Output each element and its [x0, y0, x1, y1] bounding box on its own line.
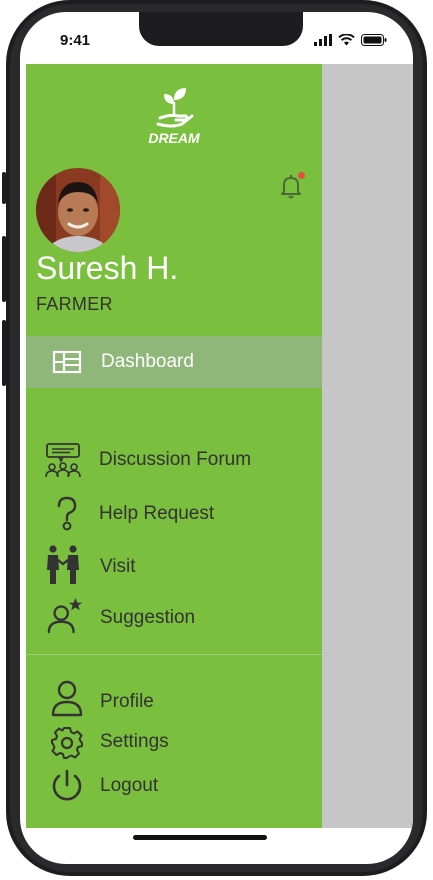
navigation-drawer: DREAM Suresh H. FARMER Dashboard Discuss… [26, 64, 322, 828]
drawer-scrim[interactable] [322, 64, 413, 828]
nav-label-dashboard: Dashboard [101, 351, 194, 372]
wifi-icon [338, 34, 355, 46]
suggestion-icon [46, 597, 84, 635]
user-role: FARMER [36, 294, 113, 314]
nav-label-discussion-forum: Discussion Forum [99, 449, 252, 470]
cellular-signal-icon [314, 34, 332, 46]
nav-item-logout[interactable]: Logout [26, 760, 322, 812]
nav-label-logout: Logout [100, 775, 159, 796]
user-photo [36, 168, 120, 252]
battery-icon [361, 34, 387, 46]
nav-label-profile: Profile [100, 691, 154, 712]
nav-label-suggestion: Suggestion [100, 607, 196, 628]
nav-item-dashboard[interactable]: Dashboard [26, 336, 322, 388]
notifications-button[interactable] [279, 172, 305, 200]
nav-label-visit: Visit [100, 556, 136, 577]
help-request-icon [48, 495, 86, 533]
nav-item-visit[interactable]: Visit [26, 541, 322, 593]
nav-item-discussion-forum[interactable]: Discussion Forum [26, 434, 322, 486]
settings-icon [48, 724, 86, 762]
plant-in-hand-logo-icon [156, 88, 194, 128]
app-logo: DREAM [138, 82, 210, 156]
nav-divider [26, 654, 322, 655]
nav-item-help-request[interactable]: Help Request [26, 488, 322, 540]
screen: 9:41 DREAM Suresh H. FARMER Dashboard Di… [20, 12, 413, 864]
notch [139, 12, 303, 46]
dashboard-icon [48, 343, 86, 381]
avatar[interactable] [36, 168, 120, 252]
discussion-forum-icon [44, 441, 82, 479]
status-icons [314, 34, 387, 46]
home-indicator[interactable] [133, 835, 267, 840]
notification-dot [298, 172, 305, 179]
profile-icon [48, 679, 86, 717]
nav-item-suggestion[interactable]: Suggestion [26, 592, 322, 644]
logout-icon [48, 767, 86, 805]
visit-icon [44, 545, 82, 584]
nav-label-help-request: Help Request [99, 503, 215, 524]
app-logo-text: DREAM [148, 130, 200, 146]
user-name: Suresh H. [36, 250, 179, 286]
status-time: 9:41 [60, 32, 91, 49]
status-bar: 9:41 [20, 12, 413, 64]
nav-label-settings: Settings [100, 731, 169, 752]
